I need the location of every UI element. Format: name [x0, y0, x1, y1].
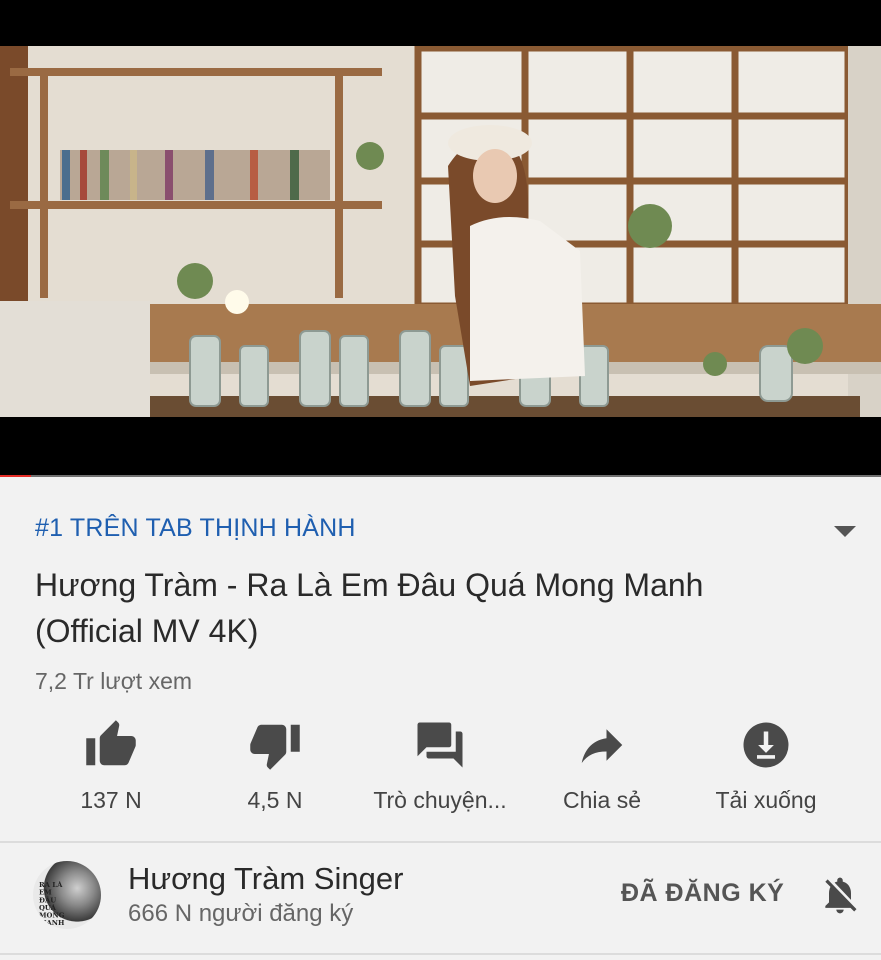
divider	[0, 953, 881, 955]
chat-button[interactable]: Trò chuyện...	[355, 718, 525, 814]
dislike-button[interactable]: 4,5 N	[190, 718, 360, 814]
view-count: 7,2 Tr lượt xem	[35, 668, 193, 694]
chat-label: Trò chuyện...	[373, 787, 507, 813]
download-icon	[743, 722, 789, 768]
video-player[interactable]	[0, 0, 881, 477]
subscriber-count: 666 N người đăng ký	[128, 900, 354, 927]
share-icon	[581, 729, 623, 763]
video-progress-fill	[0, 475, 31, 477]
like-button[interactable]: 137 N	[26, 718, 196, 814]
action-bar: 137 N 4,5 N Trò chuyện... Chia sẻ Tải xu…	[0, 718, 881, 818]
video-title: Hương Tràm - Ra Là Em Đâu Quá Mong Manh …	[35, 567, 704, 649]
share-label: Chia sẻ	[563, 787, 641, 813]
download-label: Tải xuống	[715, 787, 817, 813]
subscribed-button[interactable]: ĐÃ ĐĂNG KÝ	[621, 879, 784, 908]
video-progress-bar[interactable]	[0, 475, 881, 477]
video-scene-image	[0, 46, 881, 417]
chevron-down-icon[interactable]	[834, 526, 856, 537]
thumbs-down-icon	[250, 724, 300, 770]
like-count: 137 N	[80, 787, 142, 813]
share-button[interactable]: Chia sẻ	[517, 718, 687, 814]
dislike-count: 4,5 N	[247, 787, 303, 813]
video-frame[interactable]	[0, 46, 881, 417]
thumbs-up-icon	[86, 720, 136, 766]
avatar-logo-text: RA LÀ EM ĐÂU QUÁ MONG MANH	[39, 880, 65, 927]
bell-off-icon[interactable]	[818, 873, 862, 917]
trending-badge[interactable]: #1 TRÊN TAB THỊNH HÀNH	[35, 514, 356, 543]
channel-row[interactable]: RA LÀ EM ĐÂU QUÁ MONG MANH Hương Tràm Si…	[0, 843, 881, 953]
download-button[interactable]: Tải xuống	[681, 718, 851, 814]
channel-name[interactable]: Hương Tràm Singer	[128, 861, 403, 897]
chat-icon	[417, 722, 463, 768]
avatar[interactable]: RA LÀ EM ĐÂU QUÁ MONG MANH	[33, 861, 101, 929]
